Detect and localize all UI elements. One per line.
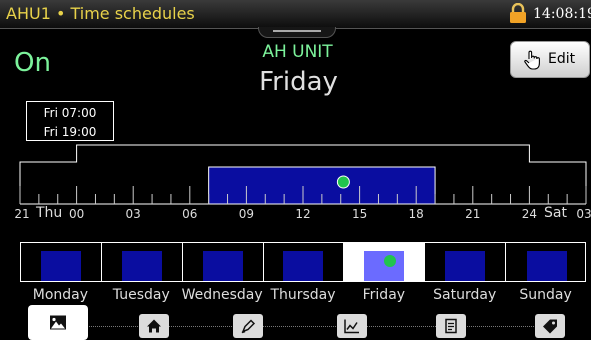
day-schedule-block xyxy=(364,251,405,281)
day-schedule-block xyxy=(526,251,567,281)
chart-icon xyxy=(344,319,359,334)
nav-button-tag[interactable] xyxy=(535,314,565,338)
selected-day: Friday xyxy=(259,67,338,97)
hour-label: 03 xyxy=(576,207,591,221)
nav-button-image[interactable] xyxy=(28,305,88,340)
hour-label: 03 xyxy=(125,207,141,221)
day-schedule-block xyxy=(445,251,486,281)
pen-icon xyxy=(241,319,256,334)
day-cell-saturday[interactable] xyxy=(425,243,507,281)
day-label: Sunday xyxy=(519,287,572,303)
edit-label: Edit xyxy=(548,51,576,67)
day-schedule-block xyxy=(121,251,162,281)
current-time-dot xyxy=(336,175,350,189)
nav-button-pen[interactable] xyxy=(233,314,263,338)
lock-icon[interactable] xyxy=(509,3,527,23)
nav-button-document[interactable] xyxy=(436,314,466,338)
next-day-label: Sat xyxy=(544,205,567,221)
day-timeline[interactable] xyxy=(0,144,591,206)
nav-button-home[interactable] xyxy=(139,314,169,338)
schedule-time-box: Fri 07:00 Fri 19:00 xyxy=(26,101,114,141)
day-label: Thursday xyxy=(270,287,336,303)
day-label: Monday xyxy=(32,287,89,303)
day-cell-thursday[interactable] xyxy=(264,243,345,281)
hand-pointer-icon xyxy=(524,50,540,70)
prev-day-label: Thu xyxy=(36,205,63,221)
day-cell-wednesday[interactable] xyxy=(183,243,264,281)
day-label: Wednesday xyxy=(181,287,263,303)
window-title: AHU1 • Time schedules xyxy=(6,4,195,23)
week-day-strip xyxy=(20,242,586,282)
tag-icon xyxy=(543,319,557,334)
day-schedule-block xyxy=(202,251,243,281)
pull-down-handle[interactable] xyxy=(258,27,336,38)
hour-label: 21 xyxy=(14,207,30,221)
hour-label: 12 xyxy=(295,207,311,221)
hour-label: 18 xyxy=(408,207,424,221)
image-icon xyxy=(50,315,66,329)
day-schedule-block xyxy=(283,251,324,281)
nav-divider xyxy=(30,326,560,327)
day-cell-sunday[interactable] xyxy=(506,243,587,281)
day-cell-tuesday[interactable] xyxy=(102,243,183,281)
hour-label: 06 xyxy=(182,207,198,221)
day-schedule-block xyxy=(40,251,81,281)
hour-label: 00 xyxy=(68,207,85,221)
document-icon xyxy=(445,318,457,334)
unit-name: AH UNIT xyxy=(262,42,333,62)
nav-button-chart[interactable] xyxy=(337,314,367,338)
home-icon xyxy=(147,319,161,333)
day-label: Friday xyxy=(362,287,406,303)
clock: 14:08:19 xyxy=(533,6,591,22)
hour-label: 15 xyxy=(351,207,368,221)
schedule-start: Fri 07:00 xyxy=(43,106,97,120)
day-cell-monday[interactable] xyxy=(21,243,102,281)
hour-label: 21 xyxy=(465,207,481,221)
hour-label: 09 xyxy=(238,207,255,221)
day-label: Saturday xyxy=(433,287,497,303)
schedule-end: Fri 19:00 xyxy=(43,125,97,139)
hour-label: 24 xyxy=(521,207,538,221)
day-cell-friday[interactable] xyxy=(344,243,426,281)
edit-button[interactable]: Edit xyxy=(510,41,590,78)
day-label: Tuesday xyxy=(112,287,170,303)
title-bar: AHU1 • Time schedules 14:08:19 xyxy=(0,0,591,29)
